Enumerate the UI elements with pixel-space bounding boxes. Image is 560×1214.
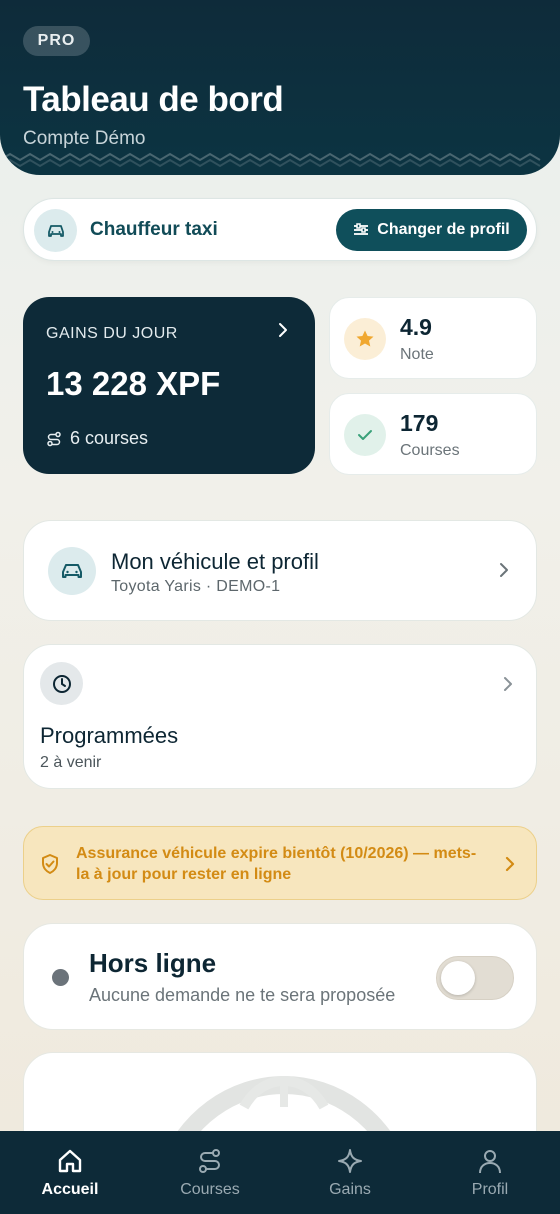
status-dot [52, 969, 69, 986]
check-icon [344, 414, 386, 456]
rating-card: 4.9 Note [329, 297, 537, 379]
vehicle-subtitle: Toyota Yaris · DEMO-1 [111, 578, 281, 595]
route-icon [199, 1149, 220, 1173]
online-toggle[interactable] [436, 956, 514, 1000]
earnings-rides: 6 courses [46, 428, 148, 449]
header-wave-decoration [0, 152, 541, 168]
home-icon [58, 1149, 82, 1173]
star-icon [344, 318, 386, 360]
vehicle-profile-card[interactable]: Mon véhicule et profil Toyota Yaris · DE… [23, 520, 537, 621]
status-title: Hors ligne [89, 948, 217, 978]
earnings-amount: 13 228 XPF [46, 365, 221, 402]
insurance-alert[interactable]: Assurance véhicule expire bientôt (10/20… [23, 826, 537, 900]
nav-item-home[interactable]: Accueil [0, 1131, 140, 1214]
profile-type-label: Chauffeur taxi [90, 219, 218, 240]
rides-count-value: 179 [400, 410, 439, 436]
shield-check-icon [42, 854, 58, 874]
vehicle-title: Mon véhicule et profil [111, 549, 319, 574]
nav-label-gains: Gains [329, 1181, 371, 1198]
rides-count-card: 179 Courses [329, 393, 537, 475]
earnings-rides-text: 6 courses [70, 428, 149, 448]
chevron-right-icon [504, 677, 512, 691]
chevron-right-icon [505, 856, 515, 872]
change-profile-button[interactable]: Changer de profil [336, 209, 527, 251]
header: PRO Tableau de bord Compte Démo [0, 0, 560, 175]
car-icon [48, 547, 96, 595]
bottom-navigation: Accueil Courses Gains Profil [0, 1131, 560, 1214]
scheduled-title: Programmées [40, 723, 179, 748]
scheduled-rides-card[interactable]: Programmées 2 à venir [23, 644, 537, 789]
rating-value: 4.9 [400, 314, 432, 340]
nav-label-home: Accueil [41, 1181, 99, 1198]
clock-icon [40, 662, 83, 705]
nav-item-profile[interactable]: Profil [420, 1131, 560, 1214]
change-profile-label: Changer de profil [377, 221, 510, 238]
nav-item-courses[interactable]: Courses [140, 1131, 280, 1214]
online-status-card: Hors ligne Aucune demande ne te sera pro… [23, 923, 537, 1030]
daily-earnings-card[interactable]: GAINS DU JOUR 13 228 XPF 6 courses [23, 297, 315, 474]
nav-item-gains[interactable]: Gains [280, 1131, 420, 1214]
insurance-alert-text: Assurance véhicule expire bientôt (10/20… [76, 845, 477, 883]
user-icon [479, 1150, 501, 1174]
pro-badge: PRO [23, 26, 90, 56]
earnings-title: GAINS DU JOUR [46, 325, 178, 342]
sliders-icon [354, 223, 369, 235]
car-icon [34, 209, 77, 252]
nav-label-profile: Profil [471, 1181, 509, 1198]
nav-label-courses: Courses [180, 1181, 240, 1198]
chevron-right-icon [500, 563, 508, 577]
route-icon [47, 431, 61, 446]
page-title: Tableau de bord [23, 80, 284, 119]
sparkle-icon [338, 1149, 362, 1173]
scheduled-subtitle: 2 à venir [40, 754, 102, 771]
profile-bar: Chauffeur taxi Changer de profil [23, 198, 537, 261]
chevron-right-icon [279, 323, 287, 337]
toggle-knob [441, 961, 475, 995]
status-subtitle: Aucune demande ne te sera proposée [89, 985, 396, 1005]
rating-label: Note [400, 346, 434, 363]
rides-count-label: Courses [400, 442, 460, 459]
